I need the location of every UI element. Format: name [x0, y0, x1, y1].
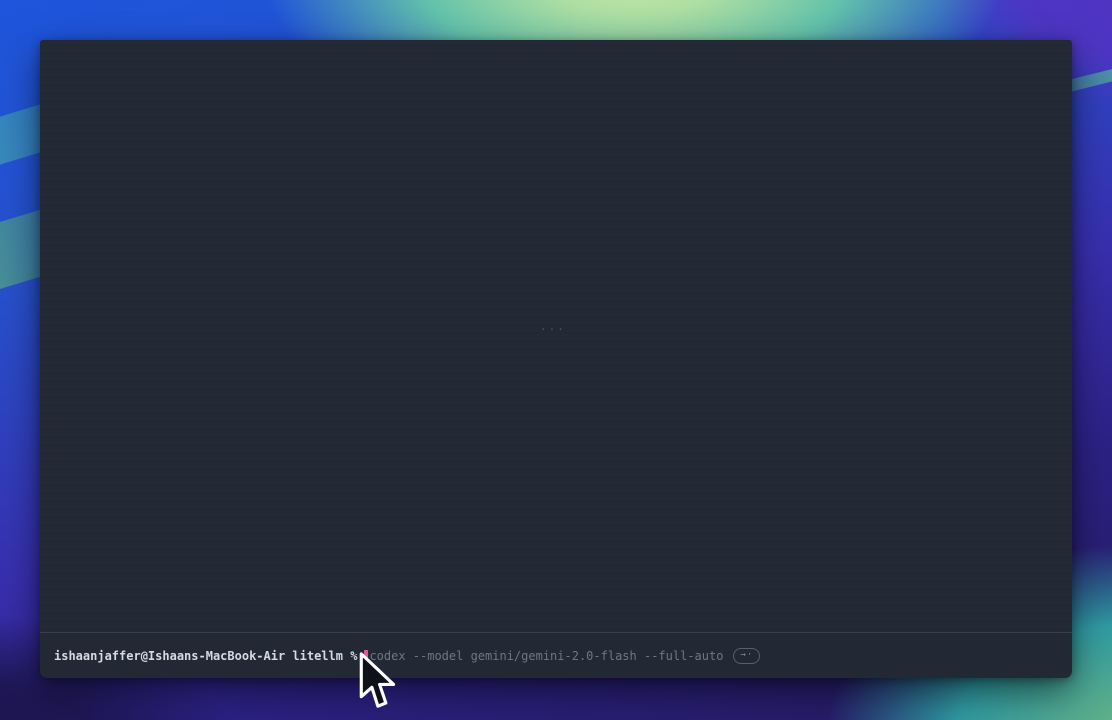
terminal-divider — [40, 632, 1072, 633]
shell-prompt: ishaanjaffer@Ishaans-MacBook-Air litellm… — [54, 648, 357, 664]
terminal-output-area[interactable]: ... — [40, 40, 1072, 632]
loading-ellipsis: ... — [540, 320, 566, 333]
terminal-prompt-row[interactable]: ishaanjaffer@Ishaans-MacBook-Air litellm… — [54, 648, 1062, 664]
accept-suggestion-hint-badge: →· — [733, 648, 760, 664]
terminal-ghost-noise — [40, 40, 1072, 632]
terminal-window[interactable]: ... ishaanjaffer@Ishaans-MacBook-Air lit… — [40, 40, 1072, 678]
text-cursor — [364, 650, 368, 663]
autosuggestion-text: codex --model gemini/gemini-2.0-flash --… — [369, 648, 723, 664]
screen: ... ishaanjaffer@Ishaans-MacBook-Air lit… — [0, 0, 1112, 720]
